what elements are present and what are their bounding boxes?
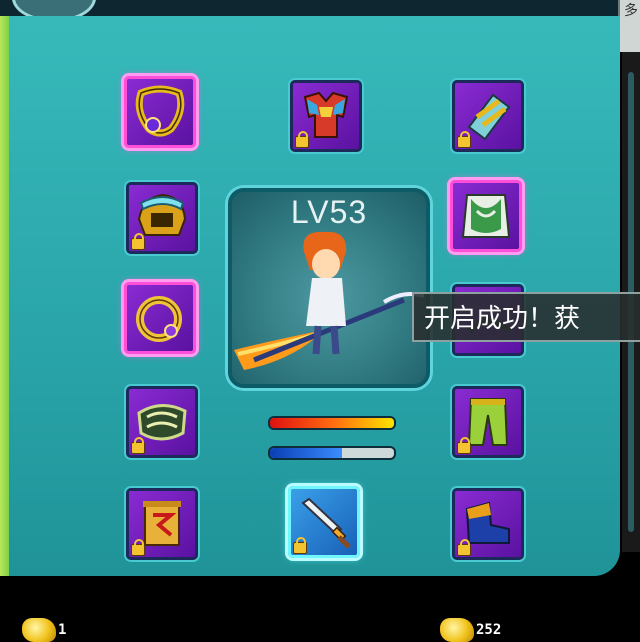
slot-scroll[interactable] — [126, 488, 198, 560]
side-tab-label: 多 — [624, 3, 638, 19]
slot-ring[interactable] — [124, 282, 196, 354]
lock-icon — [457, 437, 471, 454]
lock-icon — [457, 539, 471, 556]
slot-boots[interactable] — [452, 488, 524, 560]
lock-icon — [457, 131, 471, 148]
gold-ingot-icon — [440, 618, 474, 642]
lock-icon — [131, 233, 145, 250]
slot-belt[interactable] — [126, 386, 198, 458]
slot-pants[interactable] — [452, 386, 524, 458]
slot-weapon[interactable] — [288, 486, 360, 558]
mp-bar — [268, 446, 396, 460]
slot-bracer[interactable] — [452, 80, 524, 152]
slot-helmet[interactable] — [126, 182, 198, 254]
gold-ingot-icon — [22, 618, 56, 642]
currency-right: 252 — [476, 622, 502, 638]
side-tab[interactable]: 多 — [618, 0, 640, 52]
hp-bar-fill — [270, 418, 394, 428]
lock-icon — [131, 437, 145, 454]
lock-icon — [295, 131, 309, 148]
mp-bar-fill — [270, 448, 342, 458]
slot-armor[interactable] — [290, 80, 362, 152]
lock-icon — [131, 539, 145, 556]
slot-necklace[interactable] — [124, 76, 196, 148]
necklace-icon — [135, 85, 185, 137]
toast-message: 开启成功！获 — [412, 292, 640, 342]
currency-left: 1 — [58, 622, 67, 638]
character-level: LV53 — [290, 194, 368, 230]
character-portrait: LV53 — [228, 188, 430, 388]
cloak-icon — [461, 194, 511, 238]
hero-sprite — [234, 231, 424, 370]
bottom-bar: 1 252 — [0, 576, 640, 642]
hp-bar — [268, 416, 396, 430]
slot-cloak[interactable] — [450, 180, 522, 252]
panel-left-edge — [0, 16, 9, 576]
lock-icon — [293, 537, 307, 554]
ring-icon — [136, 296, 182, 342]
